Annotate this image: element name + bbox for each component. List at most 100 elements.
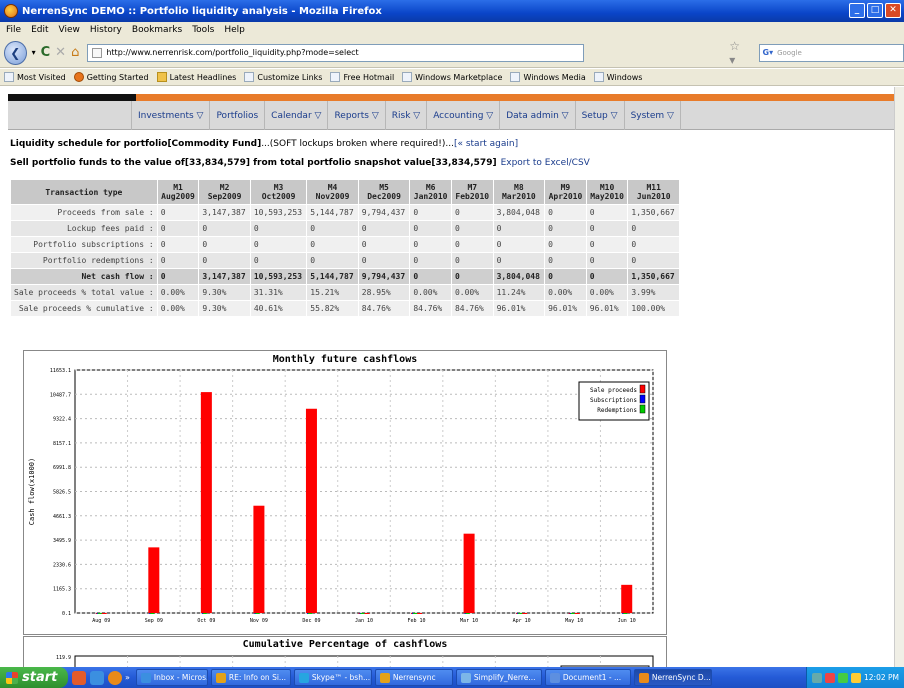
nav-setup[interactable]: Setup ▽	[576, 101, 625, 130]
menu-file[interactable]: File	[6, 25, 21, 35]
nav-data-admin[interactable]: Data admin ▽	[500, 101, 576, 130]
menu-tools[interactable]: Tools	[192, 25, 214, 35]
bookmark-latest-headlines[interactable]: Latest Headlines	[156, 72, 237, 82]
nav-reports[interactable]: Reports ▽	[328, 101, 386, 130]
nav-investments[interactable]: Investments ▽	[131, 101, 211, 130]
bookmark-label: Latest Headlines	[169, 72, 237, 82]
bookmark-free-hotmail[interactable]: Free Hotmail	[330, 72, 394, 82]
month-index: M8	[514, 183, 524, 192]
nav-system[interactable]: System ▽	[625, 101, 681, 130]
google-engine-icon[interactable]: G▾	[763, 48, 774, 57]
table-cell: 0	[544, 220, 587, 237]
table-cell: 0	[409, 236, 452, 253]
month-date: Dec2009	[367, 192, 401, 201]
taskbar-task[interactable]: Document1 - ...	[544, 669, 631, 686]
maximize-button[interactable]: □	[867, 3, 883, 18]
site-favicon-icon	[92, 47, 103, 58]
liquidity-table: Transaction type M1 Aug2009 M2 Sep2009 M3 Oct…	[10, 179, 680, 317]
table-row: Portfolio subscriptions :00000000000	[10, 236, 680, 253]
table-cell: 0	[450, 204, 494, 221]
stop-icon[interactable]: ✕	[55, 45, 66, 60]
forward-dropdown-icon[interactable]: ▾	[32, 48, 36, 57]
nav-portfolios[interactable]: Portfolios	[210, 101, 266, 130]
header-month: M4 Nov2009	[306, 179, 359, 205]
table-cell: 0	[249, 252, 308, 269]
tray-network-icon[interactable]	[812, 672, 822, 683]
reload-icon[interactable]: C	[41, 45, 51, 60]
back-button[interactable]: ❮	[4, 40, 27, 65]
chart-bar	[623, 613, 628, 614]
quicklaunch-ie-icon[interactable]	[90, 670, 104, 685]
tray-skype-icon[interactable]	[838, 672, 848, 683]
bookmark-most-visited[interactable]: Most Visited	[4, 72, 66, 82]
table-cell: 0	[450, 220, 494, 237]
brand-strip	[0, 87, 894, 101]
quicklaunch-outlook-icon[interactable]	[72, 670, 86, 685]
taskbar-task[interactable]: NerrenSync D...	[633, 669, 712, 686]
x-tick-label: Feb 10	[408, 618, 426, 624]
bookmark-windows-marketplace[interactable]: Windows Marketplace	[402, 72, 502, 82]
taskbar-task[interactable]: RE: Info on Si...	[210, 669, 291, 686]
bookmark-windows-media[interactable]: Windows Media	[510, 72, 586, 82]
month-date: Feb2010	[455, 192, 490, 201]
start-button[interactable]: start	[0, 667, 68, 688]
table-cell: 0	[544, 204, 587, 221]
table-cell: 3,147,387	[198, 268, 251, 285]
table-cell: 10,593,253	[249, 204, 308, 221]
table-cell: 11.24%	[492, 284, 546, 301]
header-month: M7 Feb2010	[450, 179, 494, 205]
y-tick-label: 5826.5	[53, 490, 71, 496]
chart-bar	[463, 533, 475, 613]
bookmark-label: Windows Media	[523, 72, 586, 82]
quicklaunch-firefox-icon[interactable]	[108, 670, 122, 685]
search-box[interactable]: G▾ Google	[758, 43, 904, 62]
bookmark-page-icon	[510, 72, 521, 82]
table-cell: 0	[492, 220, 546, 237]
menu-bookmarks[interactable]: Bookmarks	[132, 25, 182, 35]
chart-bar	[148, 547, 160, 613]
page-scrollbar[interactable]	[894, 87, 904, 667]
taskbar-task[interactable]: Simplify_Nerre...	[455, 669, 542, 686]
tray-app-icon[interactable]	[851, 672, 861, 683]
window-title: NerrenSync DEMO :: Portfolio liquidity a…	[22, 5, 382, 17]
table-cell: 0	[492, 236, 546, 253]
menu-history[interactable]: History	[90, 25, 122, 35]
taskbar-task[interactable]: Inbox - Micros...	[135, 669, 208, 686]
menu-bar: File Edit View History Bookmarks Tools H…	[0, 22, 904, 38]
nav-risk[interactable]: Risk ▽	[386, 101, 428, 130]
chart-bar	[621, 584, 633, 613]
table-cell: 96.01%	[544, 300, 587, 317]
taskbar-task[interactable]: Skype™ - bsh...	[293, 669, 372, 686]
taskbar-task[interactable]: Nerrensync	[374, 669, 453, 686]
menu-edit[interactable]: Edit	[31, 25, 48, 35]
clock: 12:02 PM	[864, 673, 899, 682]
header-month: M3 Oct2009	[249, 179, 308, 205]
bookmark-windows[interactable]: Windows	[593, 72, 642, 82]
heading-portfolio: Liquidity schedule for portfolio[Commodi…	[10, 139, 262, 149]
minimize-button[interactable]: _	[849, 3, 865, 18]
close-window-button[interactable]: ✕	[885, 3, 901, 18]
home-icon[interactable]: ⌂	[71, 45, 79, 60]
bookmark-star-icon[interactable]: ☆ ▾	[729, 39, 748, 67]
navigation-toolbar: ❮ ▾ C ✕ ⌂ http://www.nerrenrisk.com/port…	[0, 38, 904, 68]
table-row: Sale proceeds % cumulative :0.00% 9.30% 40…	[10, 300, 680, 317]
bookmark-getting-started[interactable]: Getting Started	[73, 72, 149, 82]
row-label: Net cash flow :	[10, 268, 158, 285]
menu-help[interactable]: Help	[224, 25, 245, 35]
quicklaunch-more-icon[interactable]: »	[125, 673, 130, 682]
header-month: M8 Mar2010	[492, 179, 546, 205]
header-month: M1 Aug2009	[156, 179, 200, 205]
menu-view[interactable]: View	[59, 25, 80, 35]
firefox-icon	[4, 4, 18, 18]
nav-calendar[interactable]: Calendar ▽	[265, 101, 329, 130]
start-again-link[interactable]: [« start again]	[454, 139, 518, 149]
bookmark-customize-links[interactable]: Customize Links	[244, 72, 322, 82]
address-bar[interactable]: http://www.nerrenrisk.com/portfolio_liqu…	[87, 43, 585, 62]
header-month: M6 Jan2010	[409, 179, 452, 205]
table-cell: 0	[156, 268, 200, 285]
chart-bar	[360, 613, 365, 614]
tray-security-icon[interactable]	[825, 672, 835, 683]
nav-accounting[interactable]: Accounting ▽	[427, 101, 501, 130]
export-csv-link[interactable]: Export to Excel/CSV	[501, 158, 590, 168]
x-tick-label: Sep 09	[145, 618, 163, 624]
